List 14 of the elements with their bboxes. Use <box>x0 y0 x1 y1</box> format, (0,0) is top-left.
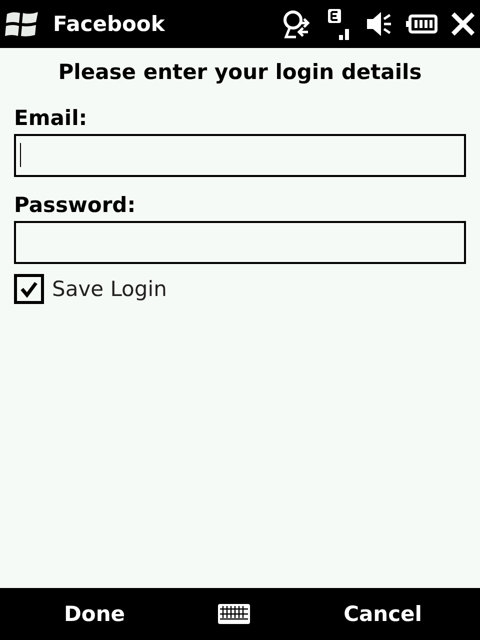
field-label: Password: <box>14 193 137 217</box>
close-icon[interactable] <box>450 11 476 37</box>
speaker-muted-icon[interactable] <box>364 9 394 39</box>
input-field[interactable] <box>14 221 466 264</box>
window-title: Facebook <box>53 12 166 36</box>
signal-icon[interactable] <box>326 7 352 41</box>
field-label: Email: <box>14 106 88 130</box>
keyboard-icon[interactable] <box>218 604 250 624</box>
battery-icon[interactable] <box>406 14 438 34</box>
checkbox-label: Save Login <box>52 277 167 301</box>
checkmark-icon <box>19 279 39 299</box>
checkbox[interactable] <box>14 274 44 304</box>
heading: Please enter your login details <box>57 60 423 84</box>
input-field[interactable] <box>14 134 466 177</box>
